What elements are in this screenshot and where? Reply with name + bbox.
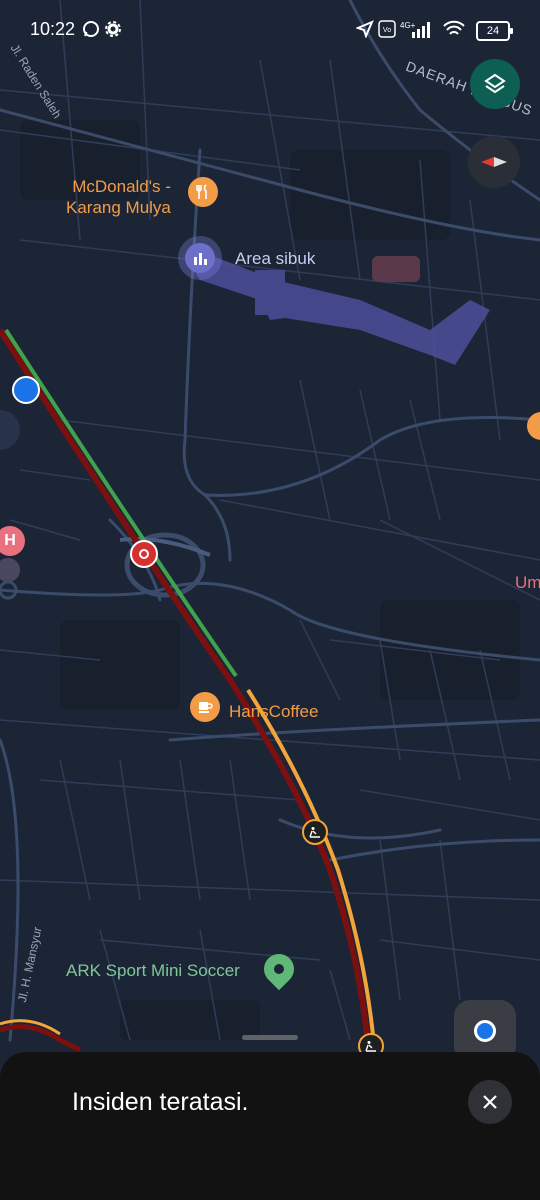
volte-icon: Vo	[378, 20, 396, 38]
place-label-ark-sport[interactable]: ARK Sport Mini Soccer	[66, 960, 240, 981]
busy-area-icon[interactable]	[178, 236, 222, 280]
layers-icon	[484, 73, 506, 94]
battery-indicator: 24	[476, 21, 513, 41]
restaurant-icon[interactable]	[188, 177, 218, 207]
close-button[interactable]	[468, 1080, 512, 1124]
roadwork-icon[interactable]	[302, 819, 328, 845]
signal-4g-icon: 4G+	[400, 21, 430, 38]
close-icon	[483, 1095, 497, 1109]
incident-icon[interactable]	[130, 540, 158, 568]
layers-button[interactable]	[470, 59, 520, 109]
whatsapp-icon	[83, 21, 99, 37]
svg-text:4G+: 4G+	[400, 21, 416, 30]
recenter-icon	[474, 1020, 496, 1042]
status-bar: 10:22 Vo 4G+ 24	[0, 0, 540, 60]
status-time: 10:22	[30, 19, 76, 39]
my-location-dot[interactable]	[12, 376, 40, 404]
wifi-icon	[443, 20, 465, 35]
location-arrow-icon	[356, 20, 374, 38]
svg-text:Vo: Vo	[383, 27, 391, 34]
bottom-sheet	[0, 1052, 540, 1200]
incident-message: Insiden teratasi.	[72, 1088, 249, 1116]
place-label-umh[interactable]: Um	[515, 572, 540, 593]
coffee-icon[interactable]	[190, 692, 220, 722]
place-label-busy-area[interactable]: Area sibuk	[235, 248, 315, 269]
compass-button[interactable]	[468, 136, 520, 188]
place-label-mcdonalds[interactable]: McDonald's - Karang Mulya	[66, 176, 171, 218]
settings-gear-icon	[105, 21, 121, 37]
sheet-drag-handle[interactable]	[242, 1035, 298, 1040]
compass-icon	[481, 157, 507, 167]
place-label-hanscoffee[interactable]: HansCoffee	[229, 701, 318, 722]
